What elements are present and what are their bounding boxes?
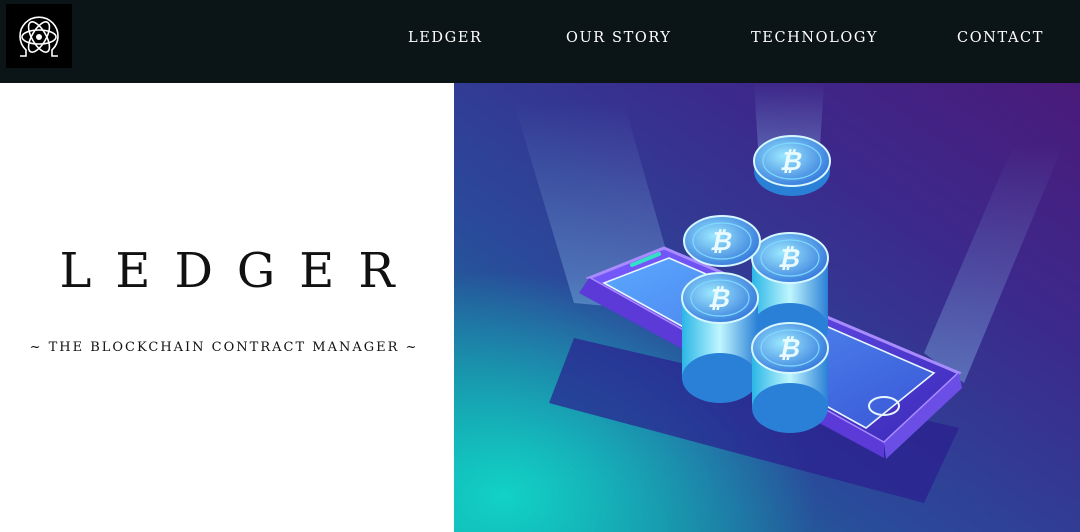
atom-omega-icon bbox=[19, 16, 59, 57]
smartphone-bitcoin-stacks-illustration: ₿ bbox=[454, 83, 1080, 532]
hero-text-panel: LEDGER ~ THE BLOCKCHAIN CONTRACT MANAGER… bbox=[0, 83, 454, 532]
hero-illustration: ₿ bbox=[454, 83, 1080, 532]
nav-item-technology[interactable]: TECHNOLOGY bbox=[751, 30, 878, 46]
nav-item-our-story[interactable]: OUR STORY bbox=[566, 30, 672, 46]
navbar: LEDGER OUR STORY TECHNOLOGY CONTACT bbox=[0, 0, 1080, 83]
nav-item-ledger[interactable]: LEDGER bbox=[408, 30, 483, 46]
nav-item-contact[interactable]: CONTACT bbox=[957, 30, 1044, 46]
hero-title: LEDGER bbox=[59, 243, 419, 299]
logo[interactable] bbox=[6, 4, 72, 68]
hero-subtitle: ~ THE BLOCKCHAIN CONTRACT MANAGER ~ bbox=[29, 340, 419, 355]
